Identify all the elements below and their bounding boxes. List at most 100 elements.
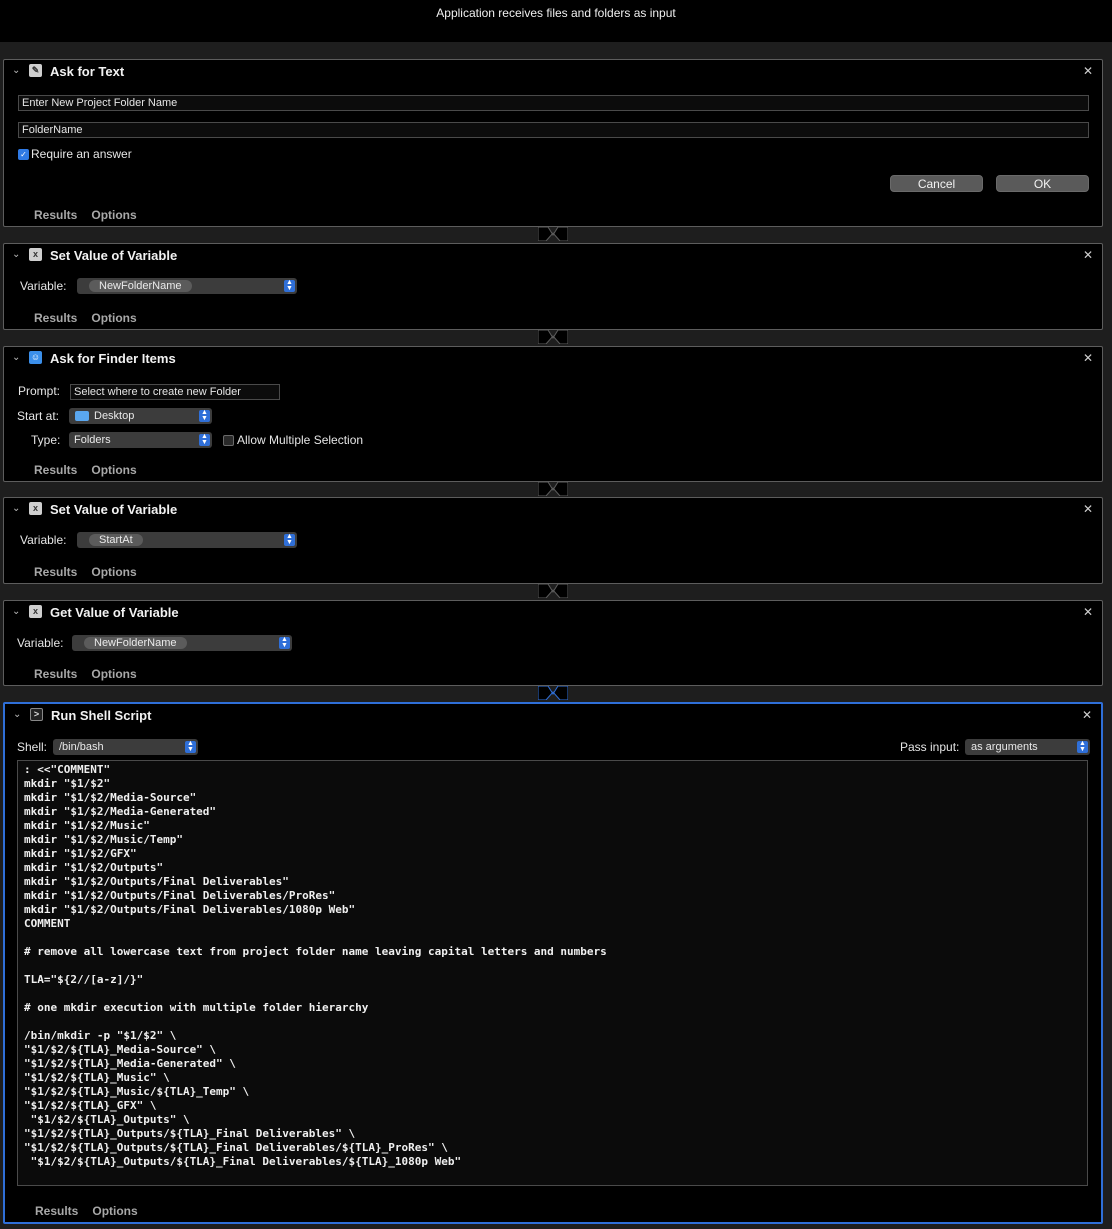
- options-tab[interactable]: Options: [91, 565, 136, 579]
- popup-arrows-icon: ▲ ▼: [279, 636, 290, 649]
- close-icon[interactable]: ✕: [1083, 248, 1093, 262]
- close-icon[interactable]: ✕: [1082, 708, 1092, 722]
- start-at-value: Desktop: [94, 410, 135, 422]
- options-tab[interactable]: Options: [91, 311, 136, 325]
- collapse-chevron-icon[interactable]: ⌄: [12, 352, 20, 363]
- shell-label: Shell:: [17, 740, 48, 754]
- variable-popup[interactable]: NewFolderName ▲ ▼: [72, 635, 292, 651]
- action-title: Set Value of Variable: [50, 248, 178, 263]
- variable-token: StartAt: [89, 534, 143, 546]
- popup-arrows-icon: ▲ ▼: [199, 433, 210, 446]
- type-popup[interactable]: Folders ▲ ▼: [69, 432, 212, 448]
- variable-label: Variable:: [20, 533, 67, 547]
- allow-multiple-checkbox[interactable]: [223, 435, 234, 446]
- pass-input-popup[interactable]: as arguments ▲ ▼: [965, 739, 1090, 755]
- action-title: Run Shell Script: [51, 708, 152, 723]
- finder-icon: ☺: [29, 351, 42, 364]
- variable-icon: x: [29, 605, 42, 618]
- action-header: ⌄ ☺ Ask for Finder Items ✕: [4, 347, 1102, 371]
- action-footer: Results Options: [34, 208, 151, 222]
- workflow-header: Application receives files and folders a…: [0, 0, 1112, 42]
- collapse-chevron-icon[interactable]: ⌄: [12, 65, 20, 76]
- start-at-label: Start at:: [17, 409, 60, 423]
- terminal-icon: >: [30, 708, 43, 721]
- action-header: ⌄ x Get Value of Variable ✕: [4, 601, 1102, 625]
- results-tab[interactable]: Results: [34, 667, 77, 681]
- variable-icon: x: [29, 248, 42, 261]
- pass-input-value: as arguments: [971, 741, 1038, 753]
- close-icon[interactable]: ✕: [1083, 502, 1093, 516]
- collapse-chevron-icon[interactable]: ⌄: [12, 606, 20, 617]
- action-connector: [538, 584, 568, 598]
- collapse-chevron-icon[interactable]: ⌄: [12, 503, 20, 514]
- action-header: ⌄ ✎ Ask for Text ✕: [4, 60, 1102, 84]
- action-footer: Results Options: [34, 565, 151, 579]
- options-tab[interactable]: Options: [92, 1204, 137, 1218]
- shell-popup[interactable]: /bin/bash ▲ ▼: [53, 739, 198, 755]
- action-connector: [538, 227, 568, 241]
- type-value: Folders: [74, 434, 111, 446]
- script-editor[interactable]: : <<"COMMENT" mkdir "$1/$2" mkdir "$1/$2…: [17, 760, 1088, 1186]
- require-answer-checkbox[interactable]: ✓: [18, 149, 29, 160]
- ok-button[interactable]: OK: [996, 175, 1089, 192]
- action-title: Set Value of Variable: [50, 502, 178, 517]
- popup-arrows-icon: ▲ ▼: [185, 740, 196, 753]
- variable-popup[interactable]: NewFolderName ▲ ▼: [77, 278, 297, 294]
- action-connector: [538, 330, 568, 344]
- results-tab[interactable]: Results: [34, 463, 77, 477]
- allow-multiple-label: Allow Multiple Selection: [237, 433, 364, 447]
- variable-token: NewFolderName: [89, 280, 192, 292]
- default-answer-field[interactable]: FolderName: [18, 122, 1089, 138]
- variable-popup[interactable]: StartAt ▲ ▼: [77, 532, 297, 548]
- action-title: Ask for Text: [50, 64, 125, 79]
- variable-label: Variable:: [20, 279, 67, 293]
- prompt-field[interactable]: Select where to create new Folder: [70, 384, 280, 400]
- prompt-label: Prompt:: [18, 384, 61, 398]
- cancel-button[interactable]: Cancel: [890, 175, 983, 192]
- close-icon[interactable]: ✕: [1083, 351, 1093, 365]
- collapse-chevron-icon[interactable]: ⌄: [12, 249, 20, 260]
- action-footer: Results Options: [34, 311, 151, 325]
- options-tab[interactable]: Options: [91, 463, 136, 477]
- action-ask-for-text[interactable]: ⌄ ✎ Ask for Text ✕ Enter New Project Fol…: [3, 59, 1103, 227]
- close-icon[interactable]: ✕: [1083, 605, 1093, 619]
- action-title: Get Value of Variable: [50, 605, 179, 620]
- action-title: Ask for Finder Items: [50, 351, 176, 366]
- action-header: ⌄ > Run Shell Script ✕: [5, 704, 1101, 728]
- workflow-input-description: Application receives files and folders a…: [436, 6, 676, 20]
- popup-arrows-icon: ▲ ▼: [199, 409, 210, 422]
- action-footer: Results Options: [35, 1204, 152, 1218]
- folder-icon: [75, 411, 89, 421]
- results-tab[interactable]: Results: [34, 565, 77, 579]
- close-icon[interactable]: ✕: [1083, 64, 1093, 78]
- action-connector: [538, 686, 568, 700]
- action-get-variable[interactable]: ⌄ x Get Value of Variable ✕ Variable: Ne…: [3, 600, 1103, 686]
- require-answer-label: Require an answer: [31, 147, 132, 161]
- action-connector: [538, 482, 568, 496]
- start-at-popup[interactable]: Desktop ▲ ▼: [69, 408, 212, 424]
- text-edit-icon: ✎: [29, 64, 42, 77]
- shell-value: /bin/bash: [59, 741, 104, 753]
- action-header: ⌄ x Set Value of Variable ✕: [4, 498, 1102, 522]
- question-field[interactable]: Enter New Project Folder Name: [18, 95, 1089, 111]
- variable-icon: x: [29, 502, 42, 515]
- options-tab[interactable]: Options: [91, 208, 136, 222]
- popup-arrows-icon: ▲ ▼: [1077, 740, 1088, 753]
- results-tab[interactable]: Results: [34, 311, 77, 325]
- action-ask-finder-items[interactable]: ⌄ ☺ Ask for Finder Items ✕ Prompt: Selec…: [3, 346, 1103, 482]
- options-tab[interactable]: Options: [91, 667, 136, 681]
- pass-input-label: Pass input:: [900, 740, 960, 754]
- variable-label: Variable:: [17, 636, 64, 650]
- collapse-chevron-icon[interactable]: ⌄: [13, 709, 21, 720]
- results-tab[interactable]: Results: [34, 208, 77, 222]
- results-tab[interactable]: Results: [35, 1204, 78, 1218]
- action-run-shell-script[interactable]: ⌄ > Run Shell Script ✕ Shell: /bin/bash …: [3, 702, 1103, 1224]
- action-footer: Results Options: [34, 667, 151, 681]
- action-set-variable-1[interactable]: ⌄ x Set Value of Variable ✕ Variable: Ne…: [3, 243, 1103, 330]
- action-set-variable-2[interactable]: ⌄ x Set Value of Variable ✕ Variable: St…: [3, 497, 1103, 584]
- action-header: ⌄ x Set Value of Variable ✕: [4, 244, 1102, 268]
- popup-arrows-icon: ▲ ▼: [284, 279, 295, 292]
- variable-token: NewFolderName: [84, 637, 187, 649]
- type-label: Type:: [31, 433, 61, 447]
- popup-arrows-icon: ▲ ▼: [284, 533, 295, 546]
